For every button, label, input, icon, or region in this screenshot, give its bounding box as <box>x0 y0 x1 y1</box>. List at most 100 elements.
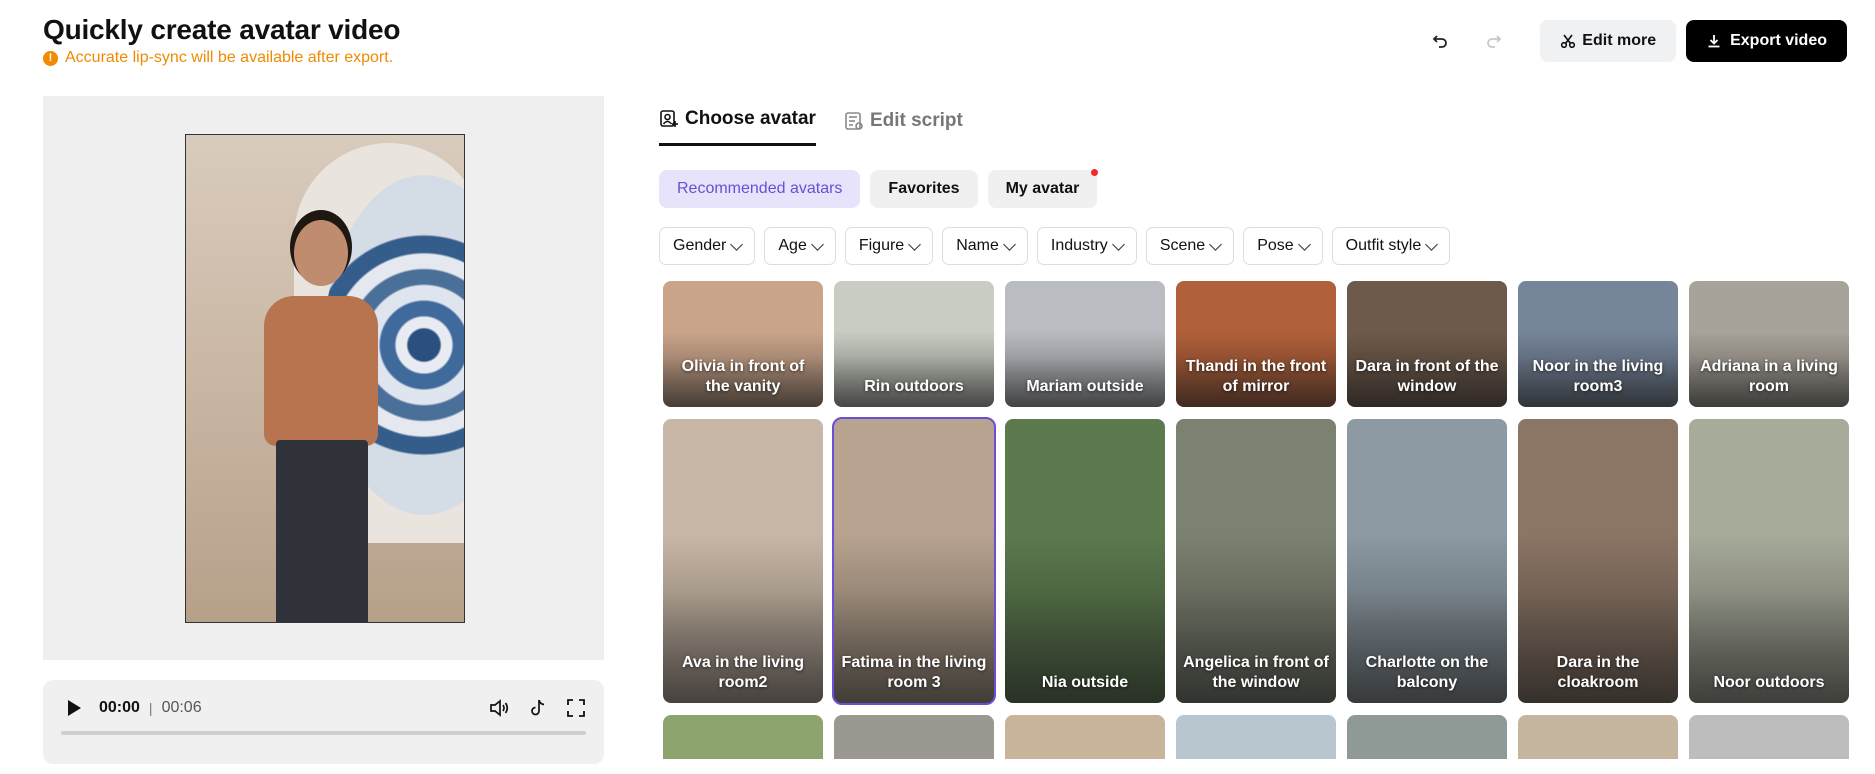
lip-sync-warning: ! Accurate lip-sync will be available af… <box>43 49 393 67</box>
download-icon <box>1708 35 1720 48</box>
filter-gender-label: Gender <box>673 237 727 254</box>
filter-outfit-style-label: Outfit style <box>1345 237 1422 254</box>
avatar-card[interactable]: Adriana in a living room <box>1689 281 1849 407</box>
volume-icon[interactable] <box>488 698 510 718</box>
avatar-name: Ava in the living room2 <box>681 654 805 691</box>
undo-icon <box>1433 35 1448 48</box>
chevron-down-icon <box>1297 237 1311 251</box>
avatar-name: Charlotte on the balcony <box>1365 654 1489 691</box>
edit-more-label: Edit more <box>1582 32 1657 49</box>
fullscreen-icon[interactable] <box>566 698 586 718</box>
filter-age[interactable]: Age <box>764 227 836 265</box>
avatar-name: Mariam outside <box>1026 378 1144 395</box>
avatar-name: Noor in the living room3 <box>1532 358 1664 395</box>
avatar-card[interactable]: Charlotte on the balcony <box>1347 419 1507 703</box>
avatar-grid: Olivia in front of the vanity Rin outdoo… <box>659 281 1855 759</box>
filter-pose[interactable]: Pose <box>1243 227 1323 265</box>
avatar-card[interactable] <box>1347 715 1507 759</box>
avatar-name: Thandi in the front of mirror <box>1185 358 1327 395</box>
filter-scene-label: Scene <box>1159 237 1206 254</box>
chevron-down-icon <box>1111 237 1125 251</box>
top-toolbar: Edit more Export video <box>1418 20 1847 62</box>
filter-outfit-style[interactable]: Outfit style <box>1331 227 1451 265</box>
avatar-card[interactable] <box>1689 715 1849 759</box>
current-time: 00:00 <box>99 699 140 716</box>
filter-figure[interactable]: Figure <box>844 227 934 265</box>
avatar-card[interactable]: Dara in front of the window <box>1347 281 1507 407</box>
chevron-down-icon <box>810 237 824 251</box>
avatar-name: Nia outside <box>1041 674 1129 691</box>
scissors-icon <box>1561 34 1576 49</box>
export-video-label: Export video <box>1730 32 1827 49</box>
tab-edit-script[interactable]: Edit script <box>844 108 963 146</box>
avatar-name: Angelica in front of the window <box>1183 654 1329 691</box>
undo-button[interactable] <box>1418 21 1462 61</box>
tab-choose-avatar-label: Choose avatar <box>685 108 816 129</box>
avatar-card-selected[interactable]: Fatima in the living room 3 <box>832 417 996 705</box>
avatar-categories: Recommended avatars Favorites My avatar <box>659 169 1099 208</box>
avatar-name: Dara in the cloakroom <box>1556 654 1640 691</box>
filter-name[interactable]: Name <box>942 227 1028 265</box>
avatar-card[interactable]: Ava in the living room2 <box>663 419 823 703</box>
avatar-card[interactable] <box>834 715 994 759</box>
avatar-card[interactable]: Mariam outside <box>1005 281 1165 407</box>
play-button[interactable] <box>61 695 87 721</box>
chevron-down-icon <box>1209 237 1223 251</box>
redo-button[interactable] <box>1472 21 1516 61</box>
category-my-avatar[interactable]: My avatar <box>987 169 1099 208</box>
avatar-name: Fatima in the living room 3 <box>841 654 987 691</box>
play-icon <box>68 700 81 716</box>
tab-edit-script-label: Edit script <box>869 109 963 131</box>
tiktok-icon[interactable] <box>528 698 548 718</box>
redo-icon <box>1487 35 1502 48</box>
avatar-card[interactable]: Noor in the living room3 <box>1518 281 1678 407</box>
avatar-icon <box>660 110 678 127</box>
avatar-card[interactable] <box>1518 715 1678 759</box>
avatar-card[interactable]: Noor outdoors <box>1689 419 1849 703</box>
avatar-card[interactable] <box>1176 715 1336 759</box>
filter-scene[interactable]: Scene <box>1145 227 1235 265</box>
total-time: 00:06 <box>161 699 202 716</box>
time-separator: | <box>148 700 153 716</box>
export-video-button[interactable]: Export video <box>1686 20 1847 62</box>
chevron-down-icon <box>908 237 922 251</box>
info-icon: ! <box>43 50 58 66</box>
category-favorites[interactable]: Favorites <box>870 170 978 208</box>
avatar-card[interactable]: Rin outdoors <box>834 281 994 407</box>
edit-more-button[interactable]: Edit more <box>1540 20 1677 62</box>
filter-name-label: Name <box>956 237 999 254</box>
filter-bar: Gender Age Figure Name Industry Scene Po… <box>659 227 1451 265</box>
category-recommended[interactable]: Recommended avatars <box>659 170 861 208</box>
avatar-card[interactable]: Olivia in front of the vanity <box>663 281 823 407</box>
avatar-preview-image <box>185 134 465 623</box>
tab-choose-avatar[interactable]: Choose avatar <box>659 108 816 146</box>
warning-text: Accurate lip-sync will be available afte… <box>65 49 394 66</box>
progress-bar[interactable] <box>61 731 586 735</box>
avatar-name: Adriana in a living room <box>1700 358 1838 395</box>
chevron-down-icon <box>730 237 744 251</box>
video-preview <box>43 96 604 660</box>
avatar-card[interactable]: Nia outside <box>1005 419 1165 703</box>
avatar-name: Dara in front of the window <box>1355 358 1499 395</box>
editor-tabs: Choose avatar Edit script <box>659 108 963 146</box>
avatar-card[interactable]: Thandi in the front of mirror <box>1176 281 1336 407</box>
avatar-name: Rin outdoors <box>864 378 964 395</box>
avatar-name: Noor outdoors <box>1713 674 1825 691</box>
filter-age-label: Age <box>778 237 807 254</box>
player-controls: 00:00 | 00:06 <box>43 680 604 764</box>
filter-figure-label: Figure <box>858 237 905 254</box>
filter-gender[interactable]: Gender <box>659 227 756 265</box>
avatar-card[interactable] <box>1005 715 1165 759</box>
script-icon <box>845 111 863 130</box>
notification-dot <box>1091 169 1099 176</box>
chevron-down-icon <box>1425 237 1439 251</box>
category-my-avatar-label: My avatar <box>1005 180 1080 197</box>
avatar-card[interactable] <box>663 715 823 759</box>
avatar-card[interactable]: Dara in the cloakroom <box>1518 419 1678 703</box>
chevron-down-icon <box>1003 237 1016 251</box>
avatar-card[interactable]: Angelica in front of the window <box>1176 419 1336 703</box>
filter-industry-label: Industry <box>1050 237 1108 254</box>
page-title: Quickly create avatar video <box>43 14 401 45</box>
filter-industry[interactable]: Industry <box>1036 227 1137 265</box>
filter-pose-label: Pose <box>1257 237 1294 254</box>
